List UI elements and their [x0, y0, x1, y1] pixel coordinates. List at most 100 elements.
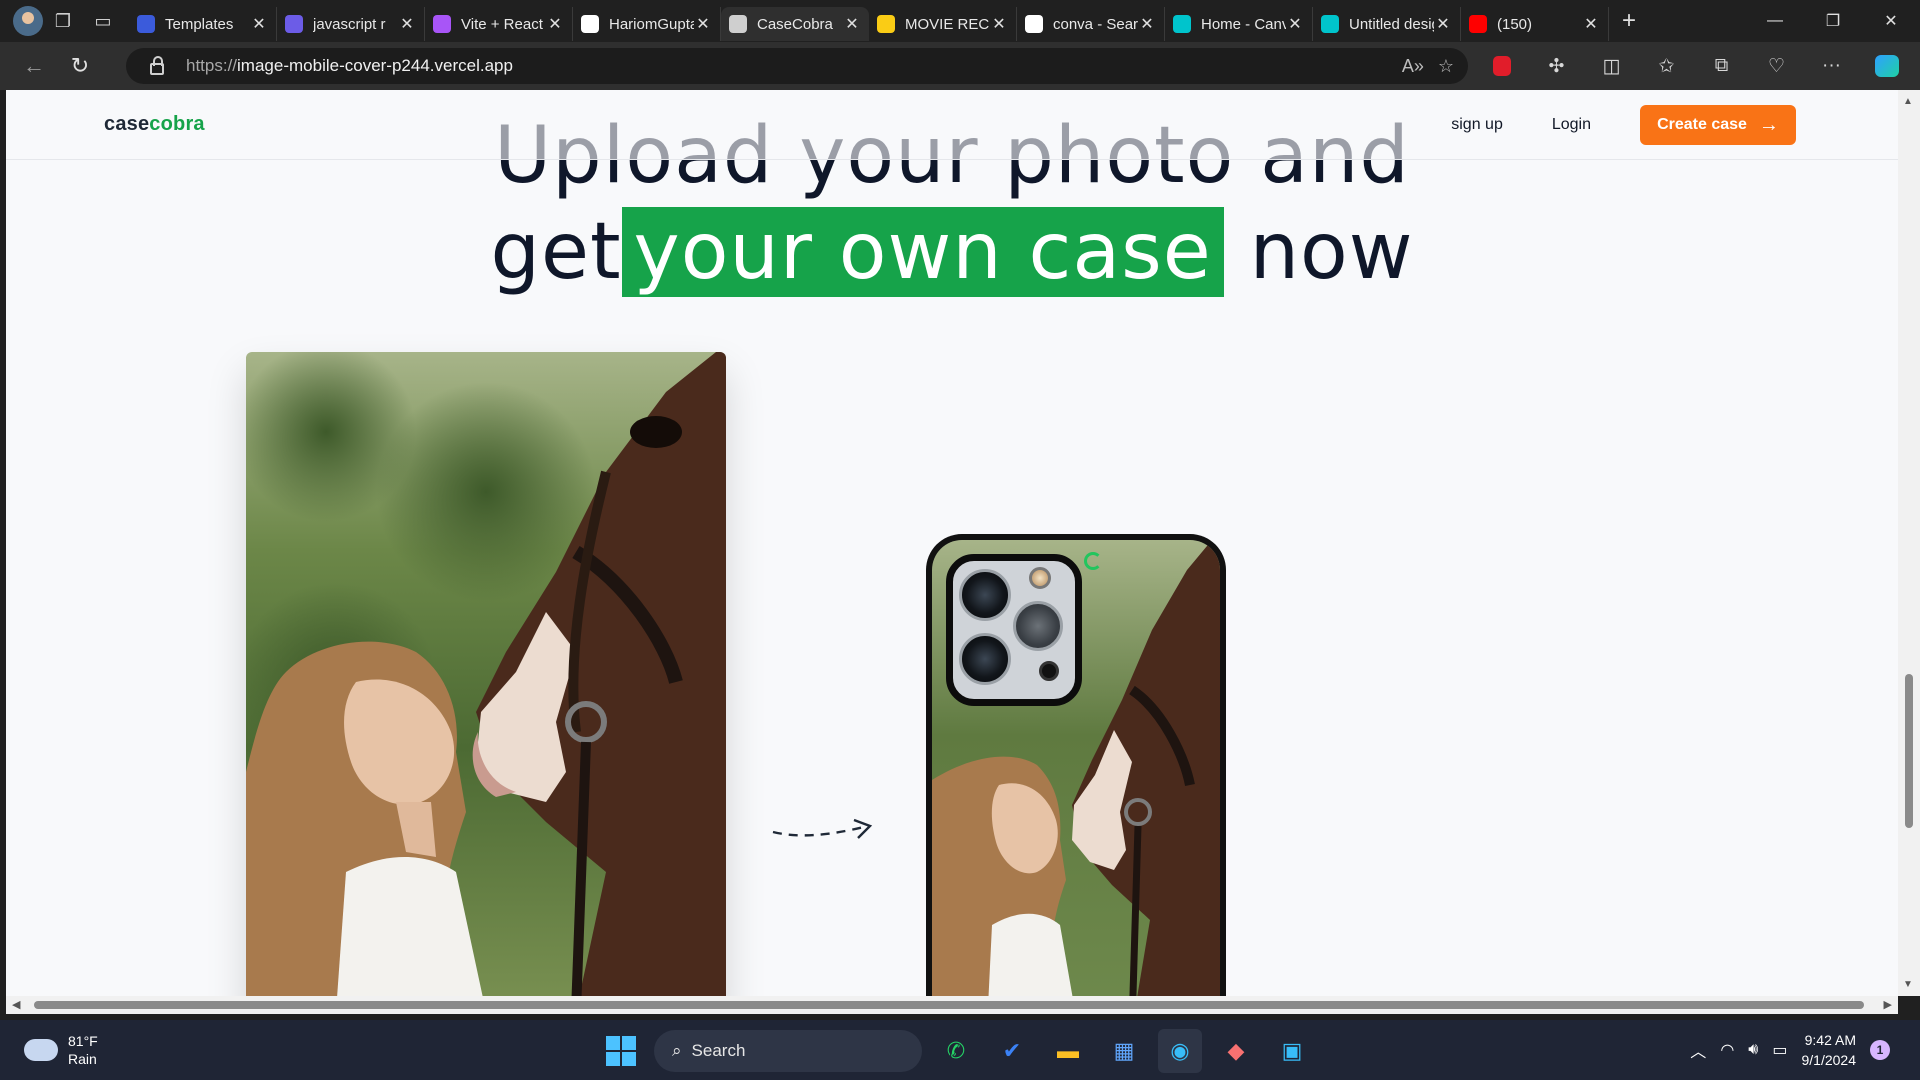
restore-button[interactable]: ❐ — [1804, 0, 1862, 42]
tab-title: HariomGupta — [609, 15, 694, 33]
weather-desc: Rain — [68, 1051, 97, 1067]
tab-close-icon[interactable]: ✕ — [250, 14, 268, 34]
address-field[interactable]: https://image-mobile-cover-p244.vercel.a… — [126, 48, 1468, 84]
volume-icon[interactable]: 🔊︎ — [1748, 1041, 1758, 1059]
copilot-icon[interactable] — [1859, 48, 1914, 84]
rain-cloud-icon — [24, 1039, 58, 1061]
minimize-button[interactable]: — — [1746, 0, 1804, 42]
signup-link[interactable]: sign up — [1451, 116, 1503, 134]
tab-title: javascript r — [313, 15, 386, 33]
collections-icon[interactable]: ⧉ — [1694, 48, 1749, 84]
scroll-right-icon[interactable]: ▶ — [1884, 998, 1892, 1011]
browser-tab[interactable]: Untitled design✕ — [1313, 7, 1461, 41]
edge-browser-icon[interactable]: ◉ — [1158, 1029, 1202, 1073]
browser-tab[interactable]: conva - Search✕ — [1017, 7, 1165, 41]
url-scheme: https:// — [186, 56, 238, 75]
tab-actions-icon[interactable]: ▭ — [83, 5, 123, 37]
horizontal-scroll-thumb[interactable] — [34, 1001, 1864, 1009]
tab-title: Templates — [165, 15, 234, 33]
tab-close-icon[interactable]: ✕ — [1434, 14, 1452, 34]
hero-highlight: your own case — [621, 207, 1224, 297]
battery-icon[interactable]: ▭ — [1772, 1040, 1787, 1060]
photos-icon[interactable]: ▣ — [1270, 1029, 1314, 1073]
dashed-arrow-icon — [772, 818, 873, 839]
tab-close-icon[interactable]: ✕ — [1582, 14, 1600, 34]
start-button[interactable] — [600, 1030, 642, 1072]
tab-title: Home - Canva — [1201, 15, 1286, 33]
more-menu-icon[interactable]: ··· — [1804, 48, 1859, 84]
microsoft-store-icon[interactable]: ▦ — [1102, 1029, 1146, 1073]
read-aloud-icon[interactable]: A» — [1402, 56, 1424, 77]
site-logo[interactable]: casecobra — [104, 113, 205, 136]
tab-close-icon[interactable]: ✕ — [546, 14, 564, 34]
taskbar-search[interactable]: ⌕ Search — [654, 1030, 922, 1072]
url-text[interactable]: https://image-mobile-cover-p244.vercel.a… — [186, 56, 513, 76]
workspaces-icon[interactable]: ❐ — [43, 5, 83, 37]
flash-icon — [1029, 567, 1051, 589]
browser-tab[interactable]: HariomGupta ✕ — [573, 7, 721, 41]
tab-favicon-icon — [137, 15, 155, 33]
git-client-icon[interactable]: ◆ — [1214, 1029, 1258, 1073]
weather-widget[interactable]: 81°F Rain — [24, 1032, 98, 1068]
browser-tab[interactable]: Home - Canva✕ — [1165, 7, 1313, 41]
back-icon[interactable]: ← — [14, 48, 54, 84]
tab-title: Untitled design — [1349, 15, 1434, 33]
taskbar: 81°F Rain ⌕ Search ✆ ✔ ▬ ▦ ◉ ◆ ▣ ︿ ◠ 🔊︎ … — [0, 1020, 1920, 1080]
split-screen-icon[interactable]: ◫ — [1584, 48, 1639, 84]
tab-close-icon[interactable]: ✕ — [398, 14, 416, 34]
refresh-icon[interactable]: ↻ — [60, 48, 100, 84]
tab-close-icon[interactable]: ✕ — [694, 14, 712, 34]
new-tab-button[interactable]: + — [1609, 5, 1649, 37]
scroll-down-icon[interactable]: ▼ — [1903, 979, 1913, 990]
lidar-sensor-icon — [1039, 661, 1059, 681]
close-window-button[interactable]: ✕ — [1862, 0, 1920, 42]
window-controls: — ❐ ✕ — [1746, 0, 1920, 42]
scroll-left-icon[interactable]: ◀ — [12, 998, 20, 1011]
browser-tab[interactable]: (150) ✕ — [1461, 7, 1609, 41]
wifi-icon[interactable]: ◠ — [1720, 1040, 1734, 1060]
tab-title: conva - Search — [1053, 15, 1138, 33]
file-explorer-icon[interactable]: ▬ — [1046, 1029, 1090, 1073]
hero-line-2: get your own case now — [6, 204, 1898, 300]
address-toolbar: ← ↻ https://image-mobile-cover-p244.verc… — [0, 42, 1920, 90]
notification-badge[interactable]: 1 — [1870, 1040, 1890, 1060]
todo-icon[interactable]: ✔ — [990, 1029, 1034, 1073]
tab-favicon-icon — [1469, 15, 1487, 33]
favorites-icon[interactable]: ✩ — [1639, 48, 1694, 84]
profile-avatar[interactable] — [13, 6, 43, 36]
camera-lens-icon — [959, 569, 1011, 621]
browser-tab[interactable]: CaseCobra ✕ — [721, 7, 869, 41]
create-case-label: Create case — [1657, 116, 1747, 133]
tab-title: Vite + React — [461, 15, 543, 33]
horizontal-scrollbar[interactable]: ◀ ▶ — [6, 996, 1898, 1014]
tab-close-icon[interactable]: ✕ — [843, 14, 861, 34]
browser-tab[interactable]: MOVIE REC ✕ — [869, 7, 1017, 41]
tab-close-icon[interactable]: ✕ — [1286, 14, 1304, 34]
system-clock[interactable]: 9:42 AM 9/1/2024 — [1802, 1030, 1857, 1070]
lock-icon[interactable] — [150, 56, 164, 75]
browser-essentials-icon[interactable]: ♡ — [1749, 48, 1804, 84]
camera-lens-icon — [1013, 601, 1063, 651]
loading-spinner-icon — [1084, 552, 1102, 570]
extensions-icon[interactable]: ✣ — [1529, 48, 1584, 84]
taskbar-search-label: Search — [691, 1041, 746, 1060]
vertical-scrollbar[interactable]: ▲ ▼ — [1898, 90, 1920, 996]
tab-close-icon[interactable]: ✕ — [1138, 14, 1156, 34]
whatsapp-icon[interactable]: ✆ — [934, 1029, 978, 1073]
favorite-star-icon[interactable]: ☆ — [1438, 56, 1454, 77]
vertical-scroll-thumb[interactable] — [1905, 674, 1913, 828]
adblock-extension-icon[interactable] — [1474, 48, 1529, 84]
login-link[interactable]: Login — [1552, 116, 1591, 134]
hero-line-2-pre: get — [490, 207, 622, 297]
uploaded-photo — [246, 352, 726, 996]
tab-favicon-icon — [1025, 15, 1043, 33]
browser-tab[interactable]: Vite + React ✕ — [425, 7, 573, 41]
camera-lens-icon — [959, 633, 1011, 685]
tray-overflow-icon[interactable]: ︿ — [1690, 1038, 1706, 1062]
browser-tab[interactable]: Templates ✕ — [129, 7, 277, 41]
create-case-button[interactable]: Create case → — [1640, 105, 1796, 145]
scroll-up-icon[interactable]: ▲ — [1903, 96, 1913, 107]
browser-tab[interactable]: javascript r ✕ — [277, 7, 425, 41]
tab-title: CaseCobra — [757, 15, 833, 33]
tab-close-icon[interactable]: ✕ — [990, 14, 1008, 34]
